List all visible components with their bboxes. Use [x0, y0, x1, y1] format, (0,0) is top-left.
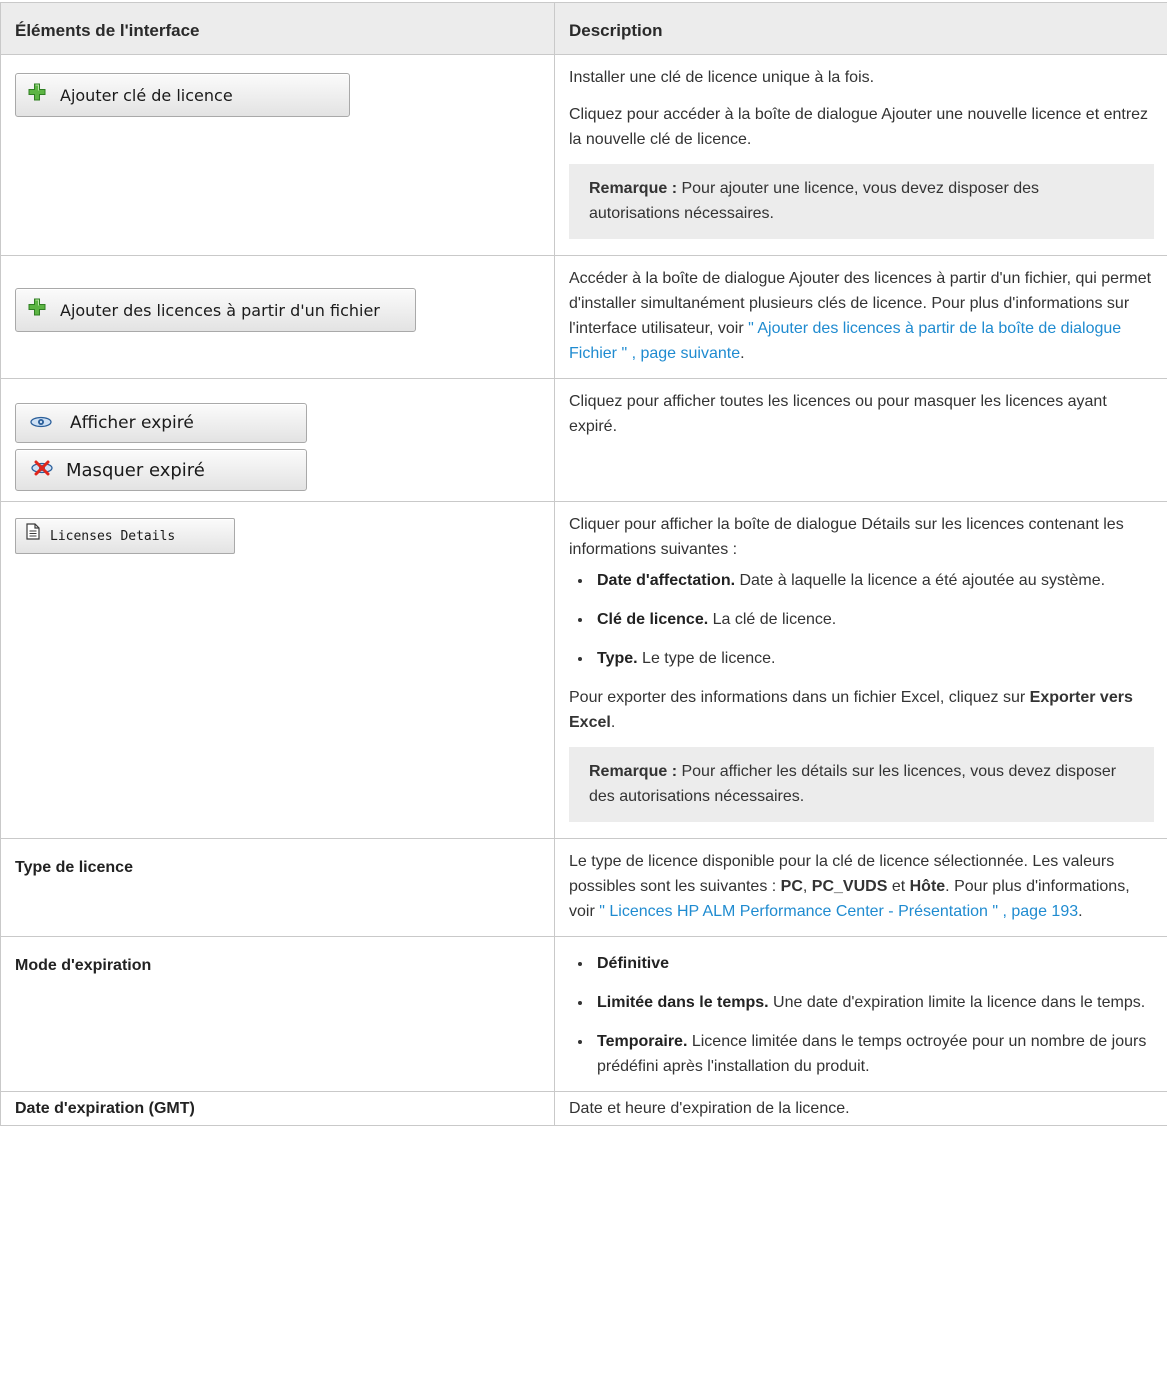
description-text-part: . — [610, 714, 616, 731]
ui-element-cell: Ajouter clé de licence — [0, 54, 555, 256]
value-term: Hôte — [909, 878, 946, 895]
list-item: Clé de licence. La clé de licence. — [593, 607, 1154, 632]
description-cell: Accéder à la boîte de dialogue Ajouter d… — [554, 255, 1167, 379]
add-license-key-button[interactable]: Ajouter clé de licence — [15, 73, 350, 117]
description-cell: Définitive Limitée dans le temps. Une da… — [554, 936, 1167, 1092]
list-item: Date d'affectation. Date à laquelle la l… — [593, 568, 1154, 593]
plus-icon — [28, 298, 46, 323]
note-box: Remarque : Pour ajouter une licence, vou… — [569, 164, 1154, 239]
show-expired-button[interactable]: Afficher expiré — [15, 403, 307, 443]
list-item-term: Type. — [597, 650, 638, 667]
table-row-expiration-mode: Mode d'expiration Définitive Limitée dan… — [0, 936, 1167, 1092]
ui-element-cell: Afficher expiré Masquer expiré — [0, 378, 555, 502]
description-text: Date et heure d'expiration de la licence… — [569, 1100, 850, 1117]
description-cell: Cliquez pour afficher toutes les licence… — [554, 378, 1167, 502]
ui-element-cell: Licenses Details — [0, 501, 555, 839]
list-item-term: Limitée dans le temps. — [597, 994, 769, 1011]
note-box: Remarque : Pour afficher les détails sur… — [569, 747, 1154, 822]
table-row-license-type: Type de licence Le type de licence dispo… — [0, 838, 1167, 937]
list-item-text: Une date d'expiration limite la licence … — [768, 994, 1146, 1011]
column-header-ui-elements: Éléments de l'interface — [0, 2, 555, 55]
hide-expired-label: Masquer expiré — [66, 459, 205, 481]
table-header-row: Éléments de l'interface Description — [0, 2, 1167, 55]
hide-expired-button[interactable]: Masquer expiré — [15, 449, 307, 491]
list-item: Définitive — [593, 951, 1154, 976]
licenses-details-label: Licenses Details — [50, 528, 176, 544]
description-text: Installer une clé de licence unique à la… — [569, 69, 875, 86]
list-item: Limitée dans le temps. Une date d'expira… — [593, 990, 1154, 1015]
list-item-term: Définitive — [597, 955, 670, 972]
description-text-part: . — [1078, 903, 1083, 920]
list-item-text: Le type de licence. — [637, 650, 776, 667]
note-label: Remarque : — [589, 180, 678, 197]
note-label: Remarque : — [589, 763, 678, 780]
description-text-part: et — [887, 878, 910, 895]
description-text: Pour exporter des informations dans un f… — [569, 685, 1154, 735]
table-row-licenses-details: Licenses Details Cliquer pour afficher l… — [0, 501, 1167, 839]
cross-reference-link[interactable]: " Licences HP ALM Performance Center - P… — [599, 903, 1078, 920]
table-row-expired-toggle: Afficher expiré Masquer expiré Cliquez p… — [0, 378, 1167, 502]
list-item-text: Date à laquelle la licence a été ajoutée… — [735, 572, 1106, 589]
value-term: PC — [780, 878, 803, 895]
description-text-part: Pour exporter des informations dans un f… — [569, 689, 1030, 706]
column-header-description: Description — [554, 2, 1167, 55]
table-row-expiration-date: Date d'expiration (GMT) Date et heure d'… — [0, 1091, 1167, 1126]
field-name: Mode d'expiration — [15, 957, 152, 974]
description-text: Cliquez pour afficher toutes les licence… — [569, 393, 1107, 435]
description-cell: Installer une clé de licence unique à la… — [554, 54, 1167, 256]
table-row-add-license-key: Ajouter clé de licence Installer une clé… — [0, 54, 1167, 256]
document-icon — [26, 523, 40, 549]
list-item: Type. Le type de licence. — [593, 646, 1154, 671]
ui-element-cell: Type de licence — [0, 838, 555, 937]
show-expired-label: Afficher expiré — [70, 412, 194, 433]
description-cell: Le type de licence disponible pour la cl… — [554, 838, 1167, 937]
list-item-term: Clé de licence. — [597, 611, 709, 628]
ui-element-cell: Mode d'expiration — [0, 936, 555, 1092]
value-term: PC_VUDS — [811, 878, 888, 895]
eye-crossed-icon — [30, 458, 54, 483]
field-name: Date d'expiration (GMT) — [15, 1100, 195, 1117]
table-row-add-licenses-from-file: Ajouter des licences à partir d'un fichi… — [0, 255, 1167, 379]
licenses-details-button[interactable]: Licenses Details — [15, 518, 235, 554]
ui-element-cell: Date d'expiration (GMT) — [0, 1091, 555, 1126]
add-licenses-from-file-button[interactable]: Ajouter des licences à partir d'un fichi… — [15, 288, 416, 332]
add-license-key-label: Ajouter clé de licence — [60, 85, 233, 105]
details-list: Date d'affectation. Date à laquelle la l… — [569, 568, 1154, 671]
add-licenses-from-file-label: Ajouter des licences à partir d'un fichi… — [60, 300, 380, 320]
field-name: Type de licence — [15, 859, 133, 876]
list-item-text: La clé de licence. — [708, 611, 837, 628]
list-item-term: Temporaire. — [597, 1033, 688, 1050]
description-text: Cliquer pour afficher la boîte de dialog… — [569, 516, 1124, 558]
eye-icon — [30, 411, 52, 436]
description-text: Le type de licence disponible pour la cl… — [569, 849, 1154, 924]
ui-elements-table: Éléments de l'interface Description Ajou… — [0, 2, 1167, 1126]
description-cell: Date et heure d'expiration de la licence… — [554, 1091, 1167, 1126]
expiration-mode-list: Définitive Limitée dans le temps. Une da… — [569, 951, 1154, 1079]
plus-icon — [28, 83, 46, 108]
list-item: Temporaire. Licence limitée dans le temp… — [593, 1029, 1154, 1079]
description-cell: Cliquer pour afficher la boîte de dialog… — [554, 501, 1167, 839]
list-item-term: Date d'affectation. — [597, 572, 736, 589]
description-text: Accéder à la boîte de dialogue Ajouter d… — [569, 266, 1154, 366]
ui-element-cell: Ajouter des licences à partir d'un fichi… — [0, 255, 555, 379]
description-text: Cliquez pour accéder à la boîte de dialo… — [569, 106, 1149, 148]
description-text-part: . — [740, 345, 745, 362]
description-text-part: , — [802, 878, 812, 895]
